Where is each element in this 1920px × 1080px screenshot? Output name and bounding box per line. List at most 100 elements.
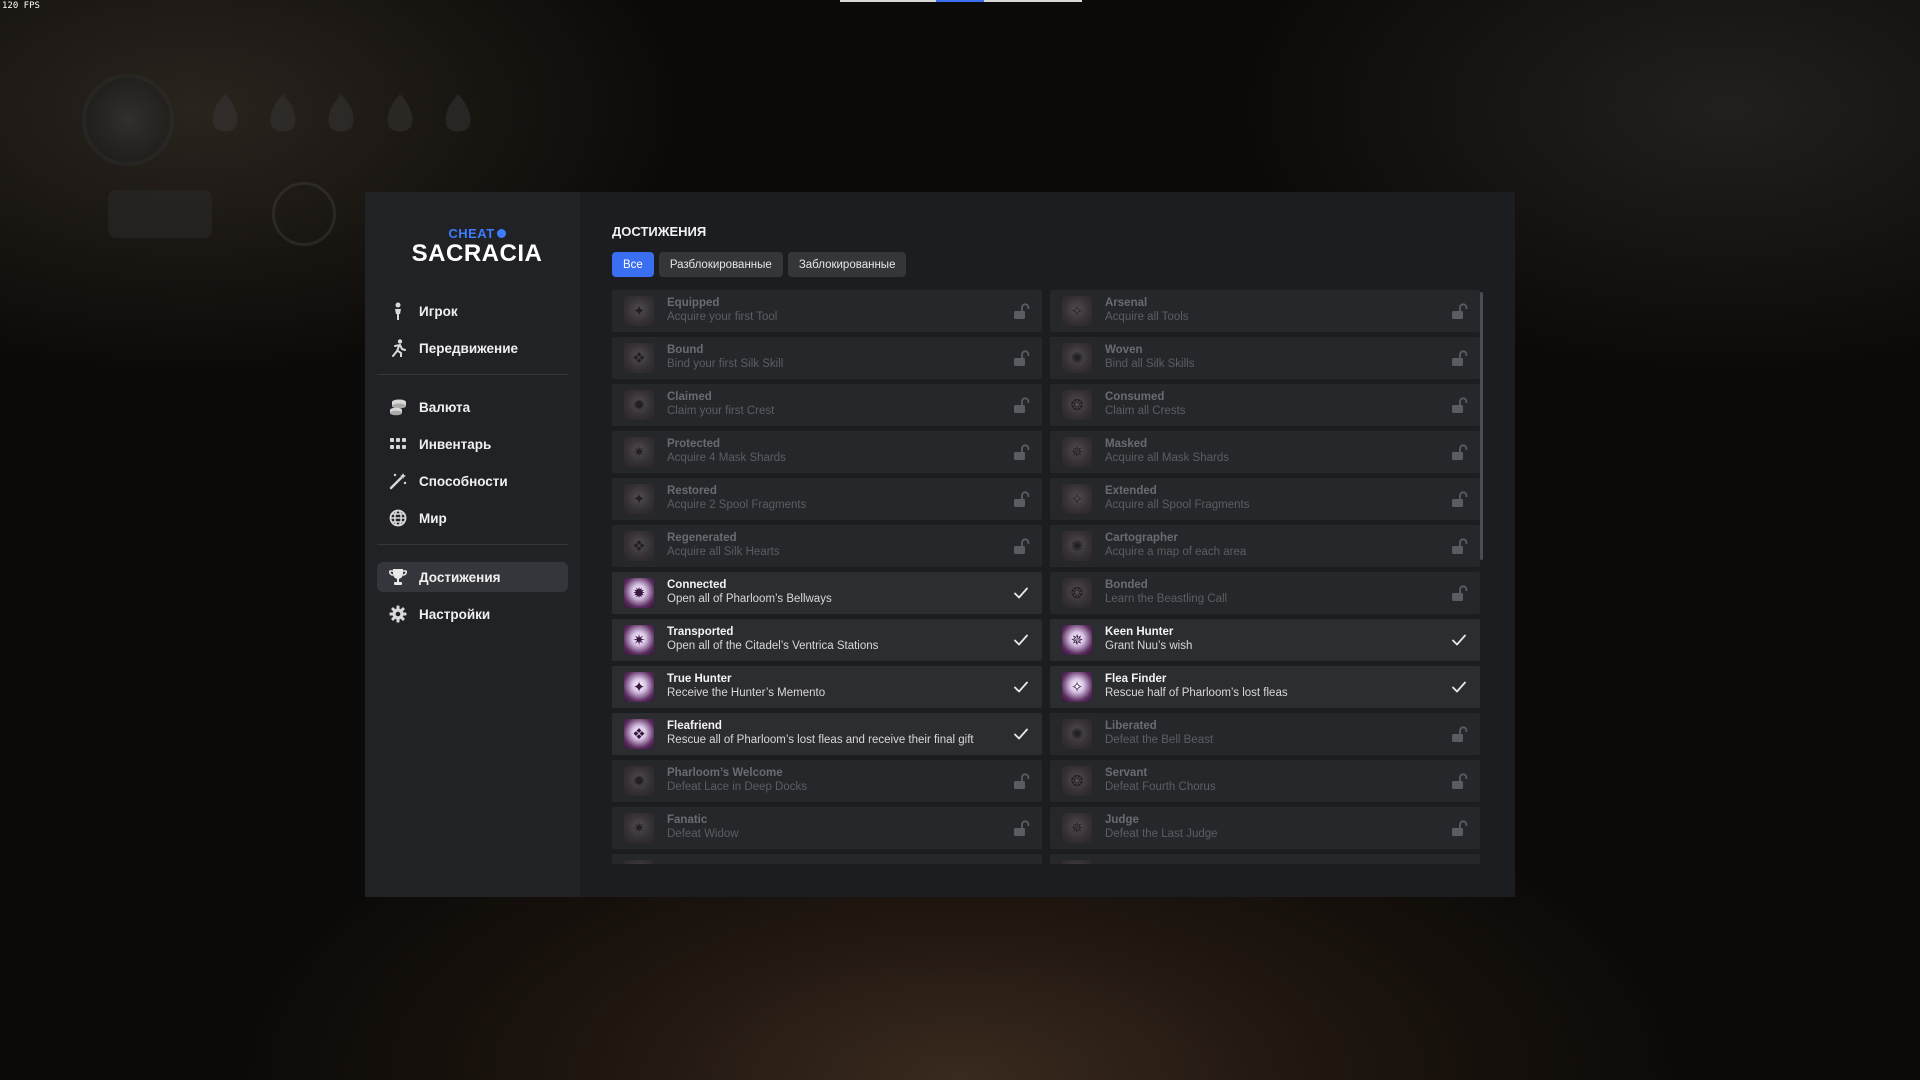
sidebar-item-achievements[interactable]: Достижения bbox=[377, 562, 568, 592]
person-icon bbox=[388, 301, 408, 321]
achievement-card[interactable]: ✹ Pharloom’s Welcome Defeat Lace in Deep D… bbox=[612, 760, 1042, 802]
achievement-badge-icon: ✧ bbox=[1062, 484, 1092, 514]
unlock-icon bbox=[1450, 725, 1468, 743]
achievement-badge-icon: ✵ bbox=[1062, 437, 1092, 467]
achievement-card[interactable]: ✦Lost D bbox=[612, 854, 1042, 864]
achievement-card[interactable]: ✹ Connected Open all of Pharloom’s Bellway… bbox=[612, 572, 1042, 614]
achievement-description: Defeat Widow bbox=[667, 828, 739, 840]
achievement-description: Defeat the Bell Beast bbox=[1105, 734, 1214, 746]
achievement-card[interactable]: ✺ Woven Bind all Silk Skills bbox=[1050, 337, 1480, 379]
unlock-icon bbox=[1012, 302, 1030, 320]
achievement-card[interactable]: ✺ Liberated Defeat the Bell Beast bbox=[1050, 713, 1480, 755]
achievement-description: Acquire your first Tool bbox=[667, 311, 778, 323]
sidebar-item-world[interactable]: Мир bbox=[377, 503, 568, 533]
achievement-description: Defeat the Last Judge bbox=[1105, 828, 1218, 840]
sidebar-item-currency[interactable]: Валюта bbox=[377, 392, 568, 422]
logo: CHEAT SACRACIA bbox=[407, 226, 547, 268]
achievement-card[interactable]: ❖ Bound Bind your first Silk Skill bbox=[612, 337, 1042, 379]
achievement-badge-icon: ✵ bbox=[1062, 813, 1092, 843]
achievement-card[interactable]: ✦ Restored Acquire 2 Spool Fragments bbox=[612, 478, 1042, 520]
achievement-card[interactable]: ❖ Fleafriend Rescue all of Pharloom’s lost… bbox=[612, 713, 1042, 755]
achievement-badge-icon: ✺ bbox=[1062, 343, 1092, 373]
achievement-title: Liberated bbox=[1105, 720, 1157, 733]
sidebar-item-label: Передвижение bbox=[419, 340, 518, 356]
globe-icon bbox=[388, 508, 408, 528]
achievement-description: Acquire all Spool Fragments bbox=[1105, 499, 1250, 511]
achievement-badge-icon: ❖ bbox=[624, 719, 654, 749]
sidebar-item-inventory[interactable]: Инвентарь bbox=[377, 429, 568, 459]
achievement-card[interactable]: ✧ Flea Finder Rescue half of Pharloom’s lo… bbox=[1050, 666, 1480, 708]
achievement-title: Masked bbox=[1105, 438, 1148, 451]
mask-icon bbox=[387, 94, 413, 132]
sidebar: CHEAT SACRACIA Игрок Передвижение Валюта… bbox=[365, 192, 580, 897]
achievement-description: Defeat Lace in Deep Docks bbox=[667, 781, 807, 793]
checkmark-icon bbox=[1012, 725, 1030, 743]
achievement-description: Defeat Fourth Chorus bbox=[1105, 781, 1216, 793]
mask-icon bbox=[212, 94, 238, 132]
achievement-badge-icon: ✧ bbox=[1062, 672, 1092, 702]
achievement-description: Open all of Pharloom’s Bellways bbox=[667, 593, 832, 605]
mask-icon bbox=[445, 94, 471, 132]
sidebar-item-abilities[interactable]: Способности bbox=[377, 466, 568, 496]
achievement-title: Bonded bbox=[1105, 579, 1148, 592]
achievement-card[interactable]: ✷ Fanatic Defeat Widow bbox=[612, 807, 1042, 849]
achievement-description: Acquire 2 Spool Fragments bbox=[667, 499, 807, 511]
achievement-title: Transported bbox=[667, 626, 734, 639]
achievement-badge-icon: ✦ bbox=[624, 484, 654, 514]
achievement-card[interactable]: ✹ Claimed Claim your first Crest bbox=[612, 384, 1042, 426]
achievement-card[interactable]: ✦ True Hunter Receive the Hunter’s Memento bbox=[612, 666, 1042, 708]
achievement-badge-icon: ✷ bbox=[624, 625, 654, 655]
achievement-card[interactable]: ❂ Consumed Claim all Crests bbox=[1050, 384, 1480, 426]
achievement-card[interactable]: ❂ Servant Defeat Fourth Chorus bbox=[1050, 760, 1480, 802]
unlock-icon bbox=[1012, 490, 1030, 508]
sidebar-item-label: Настройки bbox=[419, 606, 491, 622]
unlock-icon bbox=[1012, 443, 1030, 461]
achievement-badge-icon: ❖ bbox=[624, 343, 654, 373]
achievement-badge-icon: ❖ bbox=[624, 531, 654, 561]
achievement-description: Open all of the Citadel’s Ventrica Stati… bbox=[667, 640, 879, 652]
coins-icon bbox=[388, 397, 408, 417]
achievement-title: Equipped bbox=[667, 297, 720, 310]
hud-currency-box bbox=[108, 190, 212, 238]
tab-unlocked[interactable]: Разблокированные bbox=[658, 252, 783, 277]
achievement-description: Claim all Crests bbox=[1105, 405, 1186, 417]
unlock-icon bbox=[1450, 302, 1468, 320]
unlock-icon bbox=[1450, 396, 1468, 414]
achievement-description: Grant Nuu’s wish bbox=[1105, 640, 1193, 652]
achievement-card[interactable]: ✷ Transported Open all of the Citadel’s Ve… bbox=[612, 619, 1042, 661]
achievement-card[interactable]: ✵ Keen Hunter Grant Nuu’s wish bbox=[1050, 619, 1480, 661]
achievement-card[interactable]: ✺ Cartographer Acquire a map of each area bbox=[1050, 525, 1480, 567]
logo-main-text: SACRACIA bbox=[411, 240, 543, 267]
achievement-card[interactable]: ✵ Masked Acquire all Mask Shards bbox=[1050, 431, 1480, 473]
achievement-title: Connected bbox=[667, 579, 727, 592]
achievement-title: Fleafriend bbox=[667, 720, 722, 733]
achievement-card[interactable]: ❂ Bonded Learn the Beastling Call bbox=[1050, 572, 1480, 614]
achievement-card[interactable]: ✷ Protected Acquire 4 Mask Shards bbox=[612, 431, 1042, 473]
tab-all[interactable]: Все bbox=[612, 252, 654, 277]
achievement-card[interactable]: ✧Tr bbox=[1050, 854, 1480, 864]
sidebar-item-settings[interactable]: Настройки bbox=[377, 599, 568, 629]
sidebar-item-movement[interactable]: Передвижение bbox=[377, 333, 568, 363]
sidebar-divider bbox=[377, 544, 568, 545]
sidebar-item-label: Достижения bbox=[419, 569, 501, 585]
sidebar-item-label: Способности bbox=[419, 473, 508, 489]
mask-icon bbox=[270, 94, 296, 132]
achievement-card[interactable]: ❖ Regenerated Acquire all Silk Hearts bbox=[612, 525, 1042, 567]
achievement-card[interactable]: ✧ Arsenal Acquire all Tools bbox=[1050, 290, 1480, 332]
sidebar-item-player[interactable]: Игрок bbox=[377, 296, 568, 326]
scrollbar[interactable] bbox=[1480, 292, 1483, 560]
achievement-card[interactable]: ✧ Extended Acquire all Spool Fragments bbox=[1050, 478, 1480, 520]
achievement-card[interactable]: ✵ Judge Defeat the Last Judge bbox=[1050, 807, 1480, 849]
hud-tool-ring bbox=[272, 182, 336, 246]
achievement-badge-icon: ✹ bbox=[624, 578, 654, 608]
achievement-badge-icon: ✦ bbox=[624, 672, 654, 702]
top-progress-bar bbox=[840, 0, 1082, 2]
achievement-title: Claimed bbox=[667, 391, 712, 404]
gear-icon bbox=[388, 604, 408, 624]
achievement-title: Arsenal bbox=[1105, 297, 1148, 310]
tab-locked[interactable]: Заблокированные bbox=[787, 252, 907, 277]
checkmark-icon bbox=[1012, 584, 1030, 602]
achievement-card[interactable]: ✦ Equipped Acquire your first Tool bbox=[612, 290, 1042, 332]
achievement-title: Pharloom’s Welcome bbox=[667, 767, 783, 780]
achievements-grid: ✦ Equipped Acquire your first Tool ✧ Arsenal… bbox=[612, 290, 1485, 864]
